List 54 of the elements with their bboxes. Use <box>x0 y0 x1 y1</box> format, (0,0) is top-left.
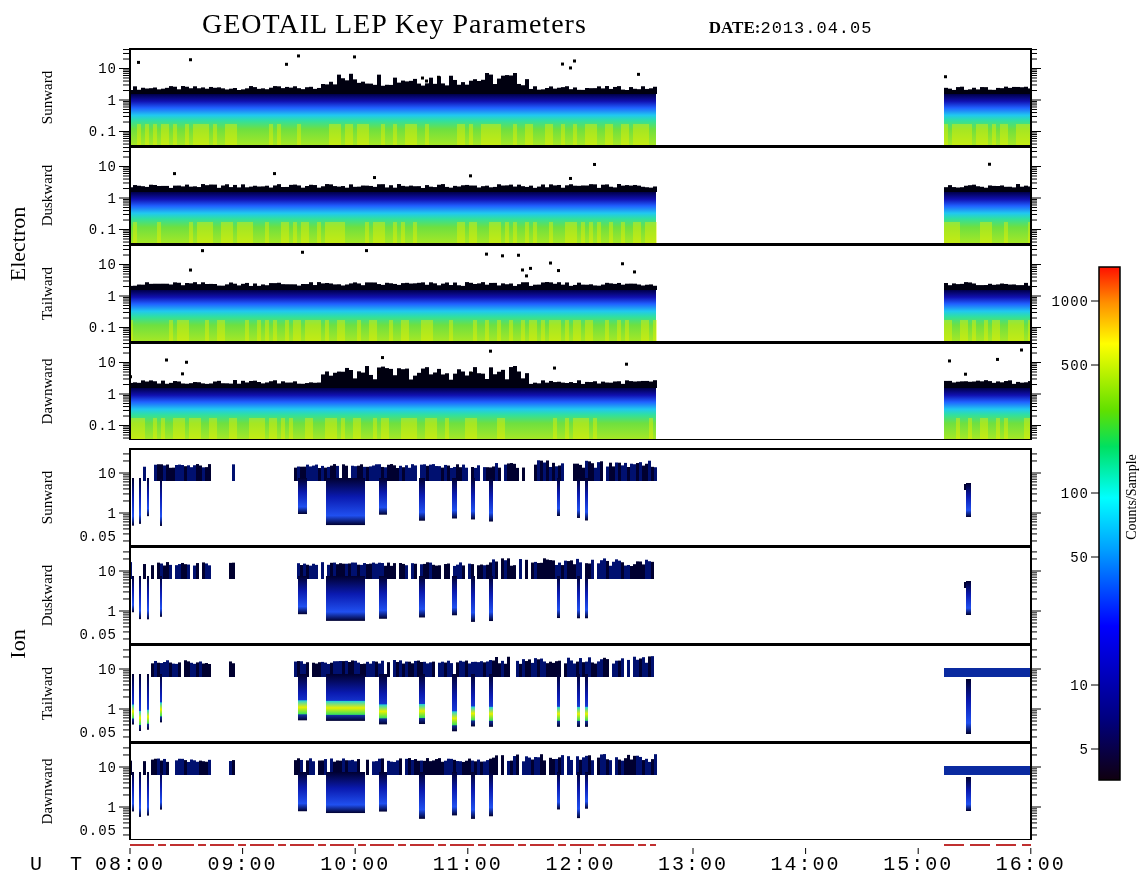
tick-label: 10 <box>98 662 117 678</box>
tick-label: 10 <box>1070 678 1089 694</box>
tick-label: 08:00 <box>95 853 165 876</box>
color-scale-title: Counts/Sample <box>1124 454 1139 540</box>
tick-label: 1000 <box>1051 294 1089 310</box>
tick-label: 100 <box>1060 486 1089 502</box>
tick-label: 0.1 <box>88 222 117 238</box>
date-value: 2013.04.05 <box>760 19 873 38</box>
tick-label: 0.05 <box>79 725 117 741</box>
tick-label: 0.05 <box>79 627 117 643</box>
panel-label: Dawnward <box>39 758 57 824</box>
date-label: DATE: <box>708 18 761 38</box>
tick-label: 10:00 <box>320 853 391 876</box>
tick-label: 13:00 <box>658 853 728 876</box>
tick-label: 10 <box>98 564 117 580</box>
tick-label: 10 <box>98 159 117 175</box>
axis-label: U T <box>30 853 90 876</box>
tick-label: 0.1 <box>88 124 117 140</box>
tick-label: 1 <box>107 506 117 522</box>
panel-label: Sunward <box>39 70 57 124</box>
tick-label: 10 <box>98 466 117 482</box>
panel-label: Tailward <box>39 266 57 320</box>
tick-label: 12:00 <box>545 853 616 876</box>
group-label: Electron <box>5 206 31 282</box>
tick-label: 500 <box>1060 358 1089 374</box>
chart-title: GEOTAIL LEP Key Parameters <box>202 8 587 40</box>
panel-label: Duskward <box>39 564 57 626</box>
panel-label: Sunward <box>39 470 57 524</box>
tick-label: 50 <box>1070 550 1089 566</box>
tick-label: 1 <box>107 702 117 718</box>
tick-label: 1 <box>107 93 117 109</box>
tick-label: 11:00 <box>432 853 503 876</box>
panel-label: Dawnward <box>39 358 57 424</box>
group-label: Ion <box>5 629 31 659</box>
tick-label: 0.05 <box>79 529 117 545</box>
tick-label: 1 <box>107 289 117 305</box>
panel-label: Duskward <box>39 164 57 226</box>
tick-label: 0.1 <box>88 320 117 336</box>
tick-label: 10 <box>98 257 117 273</box>
tick-label: 15:00 <box>883 853 954 876</box>
tick-label: 0.05 <box>79 823 117 839</box>
tick-label: 09:00 <box>207 853 278 876</box>
tick-label: 1 <box>107 800 117 816</box>
tick-label: 14:00 <box>770 853 841 876</box>
tick-label: 10 <box>98 355 117 371</box>
tick-label: 10 <box>98 61 117 77</box>
tick-label: 1 <box>107 191 117 207</box>
tick-label: 0.1 <box>88 418 117 434</box>
tick-label: 16:00 <box>995 853 1066 876</box>
tick-label: 5 <box>1079 742 1089 758</box>
tick-label: 1 <box>107 387 117 403</box>
tick-label: 10 <box>98 760 117 776</box>
tick-label: 1 <box>107 604 117 620</box>
panel-label: Tailward <box>39 666 57 720</box>
